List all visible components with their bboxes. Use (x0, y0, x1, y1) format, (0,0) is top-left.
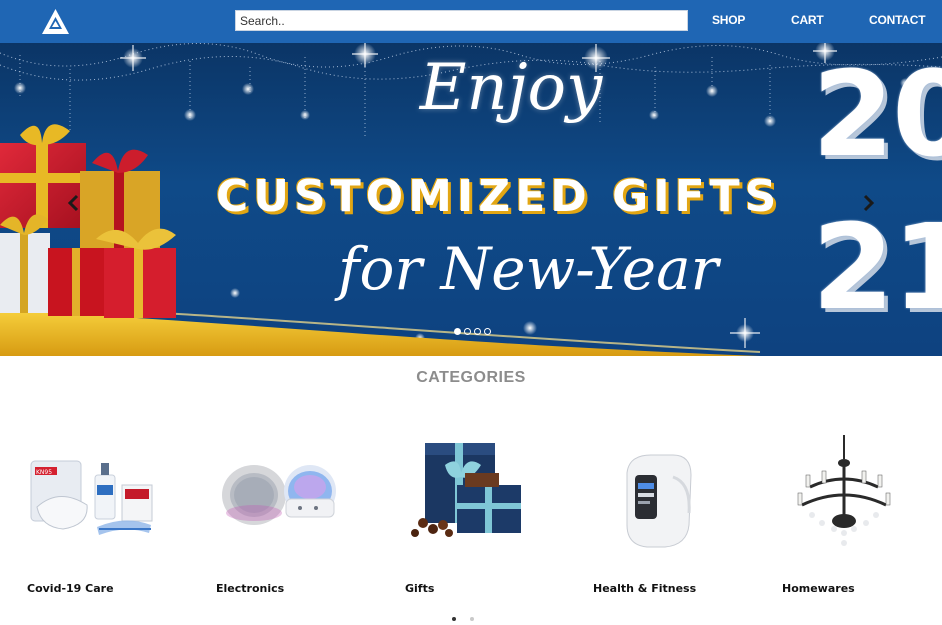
carousel-dot[interactable] (474, 328, 481, 335)
speakers-image (222, 465, 336, 525)
category-label: Homewares (782, 582, 855, 595)
nav-contact-link[interactable]: CONTACT (869, 13, 926, 27)
fitness-band-image (626, 454, 692, 548)
carousel-indicators (454, 328, 491, 335)
hero-banner-carousel[interactable]: Enjoy CUSTOMIZED GIFTS for New-Year 20 2… (0, 43, 942, 356)
categories-page-dot[interactable] (470, 617, 474, 621)
covid-care-image: KN95 (30, 460, 153, 535)
banner-customized-gifts-text: CUSTOMIZED GIFTS (216, 171, 782, 222)
category-homewares[interactable]: Homewares (782, 425, 932, 605)
banner-year-bottom: 21 (812, 198, 942, 336)
carousel-dot[interactable] (454, 328, 461, 335)
chevron-right-icon[interactable] (862, 193, 876, 213)
gift-box-image (411, 443, 521, 537)
category-label: Electronics (216, 582, 285, 595)
svg-text:KN95: KN95 (36, 469, 52, 476)
category-label: Covid-19 Care (27, 582, 114, 595)
search-input[interactable] (235, 10, 688, 31)
triangle-logo-icon[interactable] (41, 8, 70, 35)
top-navbar: SHOP CART CONTACT (0, 0, 942, 43)
category-covid-care[interactable]: KN95 Covid-19 Care (27, 425, 177, 605)
banner-year-top: 20 (812, 45, 942, 183)
category-electronics[interactable]: Electronics (216, 425, 366, 605)
carousel-dot[interactable] (484, 328, 491, 335)
categories-page-dot[interactable] (452, 617, 456, 621)
category-label: Health & Fitness (593, 582, 697, 595)
category-health-fitness[interactable]: Health & Fitness (593, 425, 743, 605)
category-label: Gifts (405, 582, 435, 595)
nav-shop-link[interactable]: SHOP (712, 13, 745, 27)
carousel-dot[interactable] (464, 328, 471, 335)
chandelier-image (797, 435, 891, 546)
categories-heading: CATEGORIES (416, 369, 526, 386)
nav-cart-link[interactable]: CART (791, 13, 824, 27)
category-gifts[interactable]: Gifts (405, 425, 555, 605)
banner-new-year-text: for New-Year (338, 235, 719, 303)
chevron-left-icon[interactable] (66, 193, 80, 213)
banner-enjoy-text: Enjoy (419, 51, 603, 125)
categories-pagination (452, 617, 474, 621)
